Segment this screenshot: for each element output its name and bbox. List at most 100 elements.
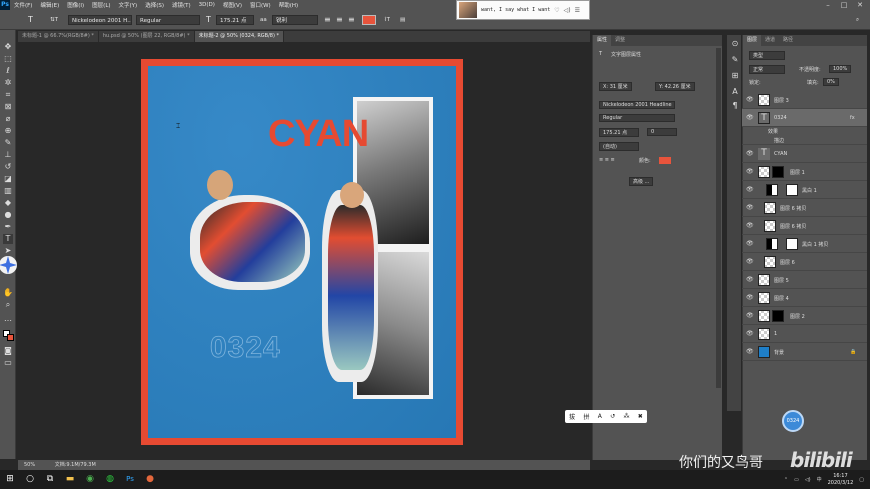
ime-button[interactable]: ↺ — [610, 413, 615, 420]
align-right-icon[interactable]: ≡ — [348, 15, 355, 25]
visibility-eye-icon[interactable]: 👁 — [746, 222, 754, 229]
visibility-eye-icon[interactable]: 👁 — [746, 204, 754, 211]
antialias-select[interactable]: 锐利 — [272, 15, 318, 25]
tab-layers[interactable]: 图层 — [743, 35, 762, 46]
props-font-family[interactable]: Nickelodeon 2001 Headline — [599, 101, 675, 109]
menu-window[interactable]: 窗口(W) — [246, 1, 275, 9]
visibility-eye-icon[interactable]: 👁 — [746, 240, 754, 247]
props-color-swatch[interactable] — [659, 157, 671, 164]
volume-icon[interactable]: ◁) — [564, 7, 571, 14]
visibility-eye-icon[interactable]: 👁 — [746, 96, 754, 103]
align-center-icon[interactable]: ≡ — [336, 15, 343, 25]
tab-doc-3[interactable]: 未标题-2 @ 50% (0324, RGB/8) * — [194, 31, 284, 42]
tab-doc-2[interactable]: hu.psd @ 50% (图层 22, RGB/8#) * — [99, 31, 195, 42]
orientation-icon[interactable]: ⇅T — [50, 15, 58, 25]
visibility-eye-icon[interactable]: 👁 — [746, 186, 754, 193]
layer-effect-row[interactable]: 描边 — [742, 136, 867, 145]
paragraph-panel-icon[interactable]: ¶ — [730, 101, 740, 111]
tab-adjustments[interactable]: 调整 — [611, 35, 629, 46]
search-icon[interactable]: ○ — [20, 470, 40, 489]
poster-date-text[interactable]: 0324 — [210, 330, 281, 366]
props-font-style[interactable]: Regular — [599, 114, 675, 122]
visibility-eye-icon[interactable]: 👁 — [746, 150, 754, 157]
ime-button[interactable]: 拔 — [569, 412, 575, 421]
move-tool-icon[interactable]: ✥ — [3, 42, 13, 52]
align-left-icon[interactable]: ≡ — [324, 15, 331, 25]
pen-tool-icon[interactable]: ✒ — [3, 222, 13, 232]
heart-icon[interactable]: ♡ — [554, 7, 559, 14]
windows-start-icon[interactable]: ⊞ — [0, 470, 20, 489]
layer-effect-row[interactable]: 效果 — [742, 127, 867, 136]
avatar[interactable]: 0324 — [782, 410, 804, 432]
props-align-icons[interactable]: ≡ ≡ ≡ — [599, 157, 615, 163]
layer-row[interactable]: 👁 图层 6 — [742, 253, 867, 271]
visibility-eye-icon[interactable]: 👁 — [746, 258, 754, 265]
clock[interactable]: 16:17 2020/3/12 — [828, 473, 854, 487]
menu-type[interactable]: 文字(Y) — [115, 1, 142, 9]
eraser-tool-icon[interactable]: ◪ — [3, 174, 13, 184]
ime-button[interactable]: ⁂ — [624, 413, 630, 420]
visibility-eye-icon[interactable]: 👁 — [746, 276, 754, 283]
layer-row[interactable]: 👁 1 — [742, 325, 867, 343]
visibility-eye-icon[interactable]: 👁 — [746, 330, 754, 337]
notification-icon[interactable]: ▢ — [859, 477, 864, 483]
history-brush-icon[interactable]: ↺ — [3, 162, 13, 172]
gradient-tool-icon[interactable]: ▥ — [3, 186, 13, 196]
stamp-tool-icon[interactable]: ⊥ — [3, 150, 13, 160]
eyedropper-icon[interactable]: ⌀ — [3, 114, 13, 124]
blur-tool-icon[interactable]: ◆ — [3, 198, 13, 208]
file-explorer-icon[interactable]: ▬ — [60, 470, 80, 489]
screen-mode-icon[interactable]: ▭ — [3, 358, 13, 368]
marquee-tool-icon[interactable]: ⬚ — [3, 54, 13, 64]
menu-help[interactable]: 帮助(H) — [275, 1, 302, 9]
adjust-panel-icon[interactable]: ⊞ — [730, 71, 740, 81]
ime-button[interactable]: A — [598, 413, 602, 420]
wechat-icon[interactable]: ◍ — [100, 470, 120, 489]
layer-row[interactable]: 👁 图层 4 — [742, 289, 867, 307]
opacity-field[interactable]: 100% — [829, 65, 852, 73]
text-color-swatch[interactable] — [362, 15, 376, 25]
background-color-swatch[interactable] — [7, 334, 14, 341]
y-position-field[interactable]: Y: 42.26 厘米 — [655, 82, 695, 91]
font-family-select[interactable]: Nickelodeon 2001 H... — [68, 15, 132, 25]
props-font-size[interactable]: 175.21 点 — [599, 128, 639, 137]
maximize-icon[interactable]: □ — [836, 0, 852, 10]
layer-kind-filter[interactable]: 类型 — [749, 51, 785, 60]
menu-file[interactable]: 文件(F) — [10, 1, 36, 9]
layer-row[interactable]: 👁 黑白 1 拷贝 — [742, 235, 867, 253]
chrome-icon[interactable]: ◉ — [80, 470, 100, 489]
menu-select[interactable]: 选择(S) — [141, 1, 168, 9]
character-panel-icon[interactable]: ▤ — [400, 15, 405, 25]
brush-tool-icon[interactable]: ✎ — [3, 138, 13, 148]
menu-edit[interactable]: 编辑(E) — [36, 1, 63, 9]
lasso-tool-icon[interactable]: ℓ — [3, 66, 13, 76]
tray-up-icon[interactable]: ⌃ — [784, 477, 788, 483]
blend-mode-select[interactable]: 正常 — [749, 65, 785, 74]
close-icon[interactable]: ✕ — [852, 0, 868, 10]
tab-paths[interactable]: 路径 — [779, 35, 797, 46]
layer-row[interactable]: 👁 T CYAN — [742, 145, 867, 163]
layer-row[interactable]: 👁 图层 5 — [742, 271, 867, 289]
more-tools-icon[interactable]: … — [3, 314, 13, 324]
menu-filter[interactable]: 滤镜(T) — [168, 1, 195, 9]
type-tool-icon[interactable]: T — [28, 15, 33, 25]
volume-icon[interactable]: ◁) — [805, 477, 811, 483]
visibility-eye-icon[interactable]: 👁 — [746, 168, 754, 175]
hand-tool-icon[interactable]: ✋ — [3, 288, 13, 298]
props-tracking[interactable]: 0 — [647, 128, 677, 136]
frame-tool-icon[interactable]: ⊠ — [3, 102, 13, 112]
ime-close-icon[interactable]: ✖ — [638, 413, 643, 420]
props-leading[interactable]: (自动) — [599, 142, 639, 151]
visibility-eye-icon[interactable]: 👁 — [746, 294, 754, 301]
type-tool-icon[interactable]: T — [3, 234, 13, 244]
layer-row[interactable]: 👁 图层 6 拷贝 — [742, 199, 867, 217]
tab-channels[interactable]: 通道 — [761, 35, 779, 46]
magic-wand-icon[interactable]: ✲ — [3, 78, 13, 88]
layer-row-selected[interactable]: 👁 T 0324 fx — [742, 109, 867, 127]
healing-brush-icon[interactable]: ⊕ — [3, 126, 13, 136]
minimize-icon[interactable]: – — [820, 0, 836, 10]
x-position-field[interactable]: X: 31 厘米 — [599, 82, 632, 91]
visibility-eye-icon[interactable]: 👁 — [746, 348, 754, 355]
menu-image[interactable]: 图像(I) — [63, 1, 88, 9]
brush-panel-icon[interactable]: ✎ — [730, 55, 740, 65]
